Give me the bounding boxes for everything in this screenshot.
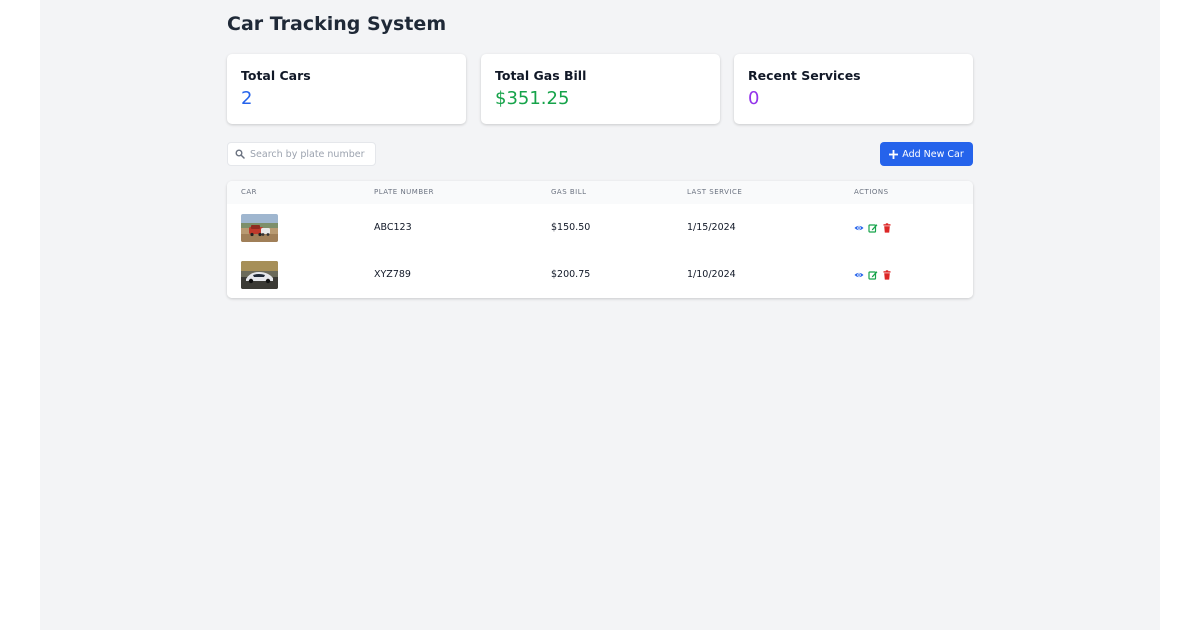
last-service: 1/15/2024	[687, 222, 736, 233]
trash-icon[interactable]	[882, 270, 892, 280]
search-box[interactable]	[227, 142, 376, 166]
car-thumbnail	[241, 214, 278, 242]
row-actions	[854, 270, 892, 280]
total-cars-label: Total Cars	[241, 68, 311, 83]
table-row: ABC123 $150.50 1/15/2024	[227, 204, 973, 252]
plus-icon	[889, 149, 899, 159]
total-gas-bill-label: Total Gas Bill	[495, 68, 587, 83]
column-header-actions: Actions	[854, 188, 889, 196]
recent-services-value: 0	[748, 88, 760, 109]
recent-services-label: Recent Services	[748, 68, 861, 83]
column-header-gas-bill: Gas Bill	[551, 188, 587, 196]
eye-icon[interactable]	[854, 223, 864, 233]
last-service: 1/10/2024	[687, 269, 736, 280]
car-photo	[241, 214, 278, 242]
toolbar: Add New Car	[227, 142, 973, 166]
recent-services-card: Recent Services 0	[734, 54, 973, 124]
edit-icon[interactable]	[868, 270, 878, 280]
add-new-car-label: Add New Car	[902, 148, 964, 160]
search-input[interactable]	[250, 143, 370, 165]
add-new-car-button[interactable]: Add New Car	[880, 142, 973, 166]
table-header: Car Plate Number Gas Bill Last Service A…	[227, 181, 973, 204]
total-gas-bill-card: Total Gas Bill $351.25	[481, 54, 720, 124]
total-cars-value: 2	[241, 88, 253, 109]
row-actions	[854, 223, 892, 233]
car-thumbnail	[241, 261, 278, 289]
search-icon	[235, 149, 245, 159]
plate-number: XYZ789	[374, 269, 411, 280]
app-background: Car Tracking System Total Cars 2 Total G…	[40, 0, 1160, 630]
total-gas-bill-value: $351.25	[495, 88, 570, 109]
total-cars-card: Total Cars 2	[227, 54, 466, 124]
plate-number: ABC123	[374, 222, 412, 233]
gas-bill: $200.75	[551, 269, 591, 280]
eye-icon[interactable]	[854, 270, 864, 280]
column-header-plate-number: Plate Number	[374, 188, 434, 196]
stats-cards: Total Cars 2 Total Gas Bill $351.25 Rece…	[227, 54, 973, 124]
column-header-last-service: Last Service	[687, 188, 743, 196]
car-photo	[241, 261, 278, 289]
column-header-car: Car	[241, 188, 258, 196]
trash-icon[interactable]	[882, 223, 892, 233]
table-row: XYZ789 $200.75 1/10/2024	[227, 251, 973, 298]
cars-table: Car Plate Number Gas Bill Last Service A…	[227, 181, 973, 298]
page-title: Car Tracking System	[227, 13, 447, 35]
gas-bill: $150.50	[551, 222, 591, 233]
edit-icon[interactable]	[868, 223, 878, 233]
